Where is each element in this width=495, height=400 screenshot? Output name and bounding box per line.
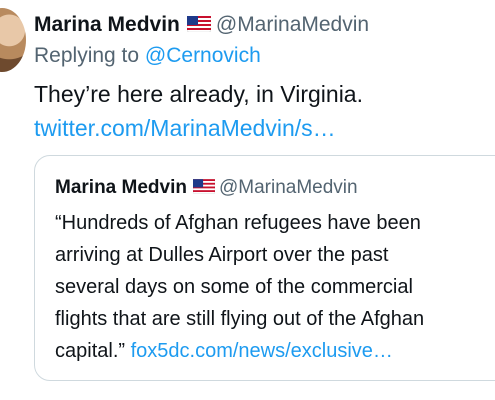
author-handle[interactable]: @MarinaMedvin <box>216 13 369 36</box>
replying-to-link[interactable]: @Cernovich <box>145 44 261 67</box>
tweet-header: Marina Medvin @MarinaMedvin <box>34 12 369 38</box>
quote-line: flights that are still flying out of the… <box>55 308 425 330</box>
tweet-text: They’re here already, in Virginia. twitt… <box>34 77 494 145</box>
author-name[interactable]: Marina Medvin <box>34 13 180 36</box>
quote-line: arriving at Dulles Airport over the past <box>55 244 389 266</box>
quote-line: several days on some of the commercial <box>55 276 413 298</box>
avatar[interactable] <box>0 8 26 72</box>
replying-to: Replying to @Cernovich <box>34 43 261 69</box>
quote-line-end: capital.” <box>55 340 126 362</box>
tweet-body: They’re here already, in Virginia. <box>34 81 363 107</box>
quote-link[interactable]: fox5dc.com/news/exclusive… <box>131 340 393 362</box>
quote-text: “Hundreds of Afghan refugees have been a… <box>55 207 495 367</box>
replying-to-label: Replying to <box>34 44 140 67</box>
quote-last-line: capital.” fox5dc.com/news/exclusive… <box>55 335 495 367</box>
quote-header: Marina Medvin @MarinaMedvin <box>55 176 358 200</box>
quote-line: “Hundreds of Afghan refugees have been <box>55 212 421 234</box>
quote-author-name[interactable]: Marina Medvin <box>55 177 187 198</box>
us-flag-icon <box>192 178 215 194</box>
quote-author-handle[interactable]: @MarinaMedvin <box>219 177 358 198</box>
us-flag-icon <box>186 15 211 32</box>
quoted-tweet[interactable]: Marina Medvin @MarinaMedvin “Hundreds of… <box>34 155 495 381</box>
tweet-link[interactable]: twitter.com/MarinaMedvin/s… <box>34 111 494 145</box>
